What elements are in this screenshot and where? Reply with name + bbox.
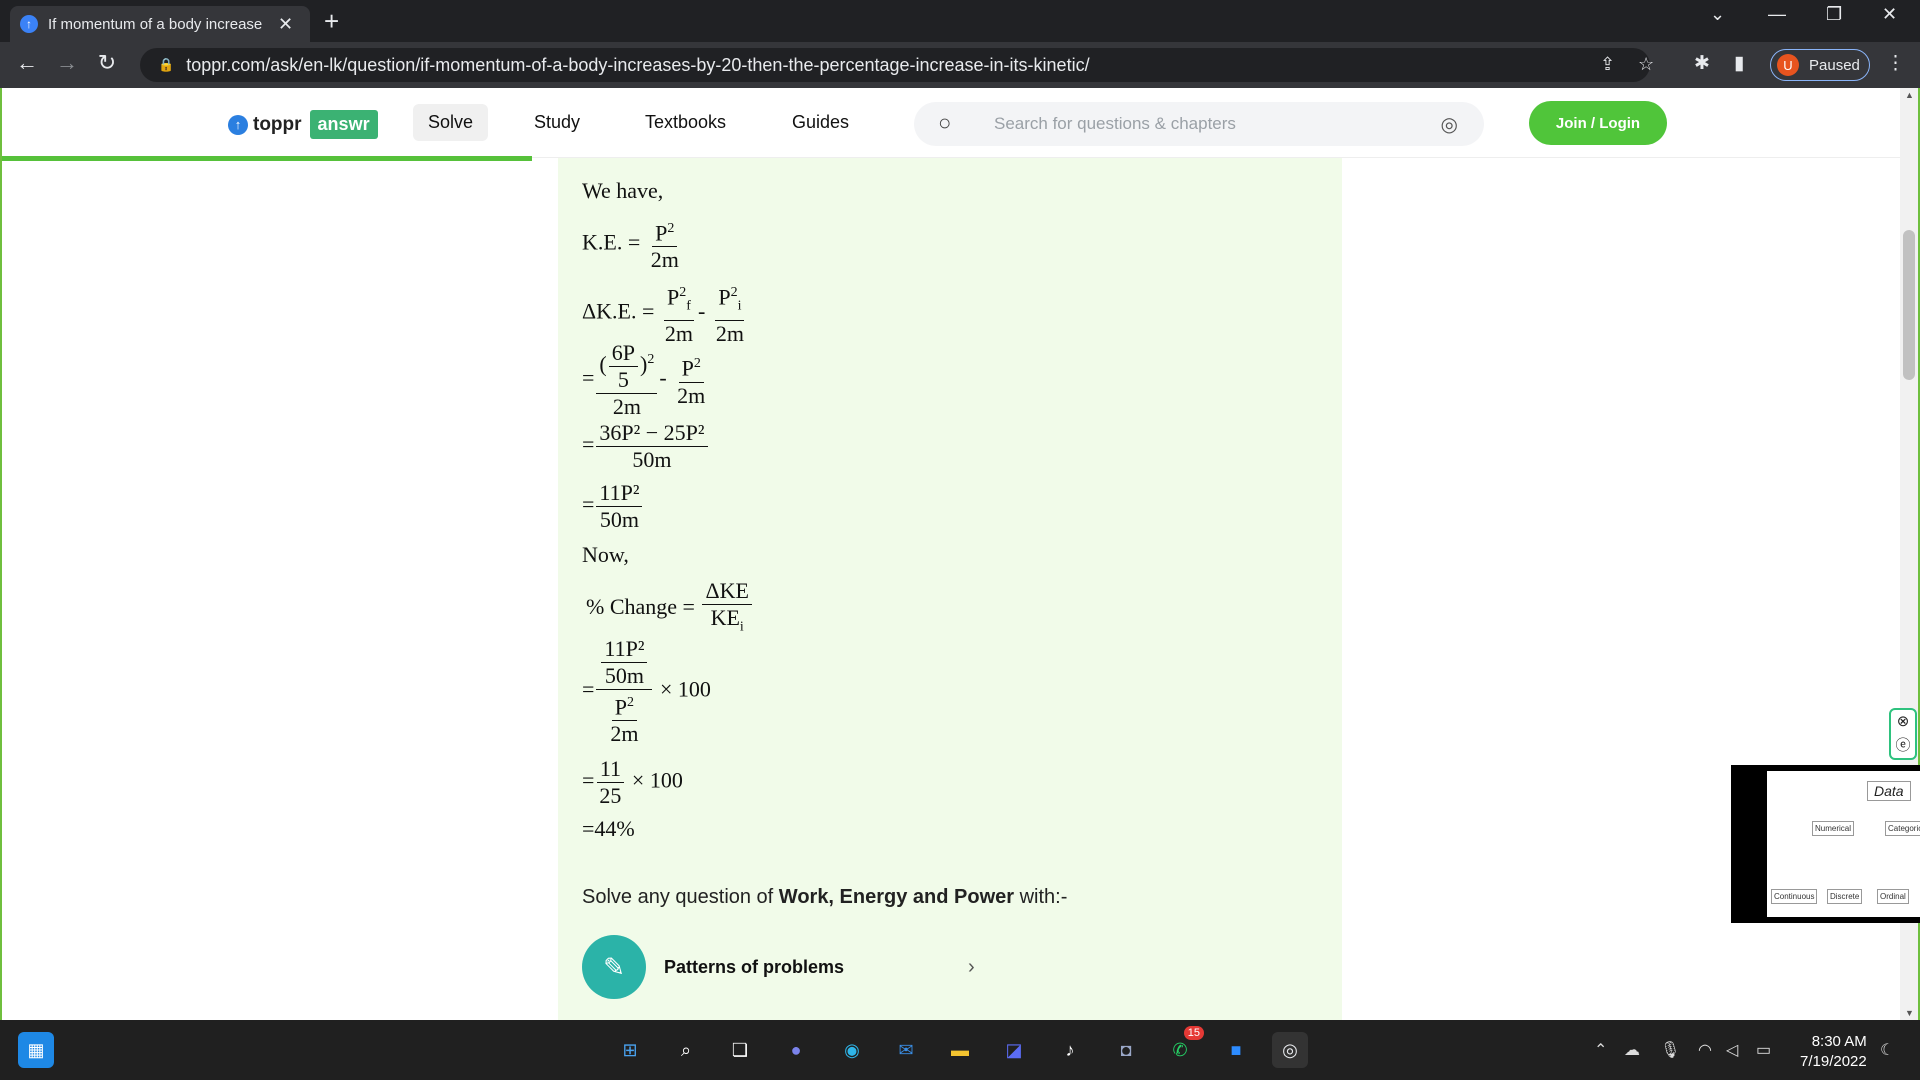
edge-widget-icon[interactable]: ⓔ — [1891, 734, 1915, 758]
video-thumbnail-overlay[interactable]: Data Numerical Categorical Continuous Di… — [1731, 765, 1920, 923]
delta-ke-formula: ΔK.E. = P2f 2m - P2i 2m — [582, 280, 749, 347]
scroll-down-icon[interactable]: ▼ — [1905, 1008, 1914, 1018]
teams-icon[interactable]: ● — [778, 1032, 814, 1068]
share-icon[interactable]: ⇪ — [1600, 54, 1615, 75]
diagram-title: Data — [1867, 781, 1911, 801]
nav-guides[interactable]: Guides — [792, 112, 849, 133]
time: 8:30 AM — [1811, 1033, 1867, 1050]
file-explorer-icon[interactable]: ▬ — [942, 1032, 978, 1068]
solution-content: We have, K.E. = P2 2m ΔK.E. = P2f 2m - P2i 2… — [558, 158, 1342, 1020]
step-substitute: =(6P 5)2 2m - P2 2m — [582, 340, 706, 419]
join-login-button[interactable]: Join / Login — [1529, 101, 1667, 145]
avatar: U — [1777, 54, 1799, 76]
whatsapp-icon[interactable]: ✆ 15 — [1162, 1026, 1204, 1068]
tab-search-chevron-icon[interactable]: ⌄ — [1710, 4, 1725, 25]
new-tab-button[interactable]: + — [324, 6, 339, 36]
floating-widget[interactable]: ⊗ ⓔ — [1889, 708, 1917, 760]
scroll-up-icon[interactable]: ▲ — [1905, 90, 1914, 100]
profile-button[interactable]: U Paused — [1770, 49, 1870, 81]
lock-icon: 🔒 — [158, 57, 175, 72]
now-text: Now, — [582, 542, 629, 567]
topic-link[interactable]: Work, Energy and Power — [779, 886, 1014, 908]
patterns-of-problems-card[interactable]: ✎ Patterns of problems › — [582, 934, 982, 1000]
restore-icon[interactable]: ❐ — [1826, 4, 1842, 25]
battery-icon[interactable]: ▭ — [1756, 1040, 1771, 1060]
menu-kebab-icon[interactable]: ⋮ — [1886, 52, 1905, 75]
close-widget-icon[interactable]: ⊗ — [1891, 710, 1915, 734]
clock[interactable]: 8:30 AM 7/19/2022 — [1800, 1032, 1867, 1072]
tray-chevron-icon[interactable]: ⌃ — [1594, 1040, 1607, 1060]
step-ratio: = 11P² 50m P2 2m × 100 — [582, 636, 711, 747]
microphone-icon[interactable]: 🎙 — [1660, 1040, 1680, 1060]
we-have-text: We have, — [582, 178, 664, 203]
bookmark-star-icon[interactable]: ☆ — [1638, 54, 1654, 75]
camera-icon[interactable]: ◎ — [1441, 112, 1458, 137]
chrome-icon[interactable]: ◎ — [1272, 1032, 1308, 1068]
minimize-icon[interactable]: — — [1768, 4, 1786, 25]
solve-any-question: Solve any question of Work, Energy and P… — [582, 886, 1068, 908]
side-panel-icon[interactable]: ▮ — [1734, 52, 1744, 75]
browser-tab[interactable]: ↑ If momentum of a body increase ✕ — [10, 6, 310, 42]
widgets-icon[interactable]: ▦ — [18, 1032, 54, 1068]
edge-icon[interactable]: ◉ — [834, 1032, 870, 1068]
tiktok-icon[interactable]: ♪ — [1052, 1032, 1088, 1068]
wifi-icon[interactable]: ◠ — [1698, 1040, 1712, 1060]
step-combine: = 36P² − 25P² 50m — [582, 420, 710, 473]
close-tab-icon[interactable]: ✕ — [278, 14, 293, 35]
extensions-icon[interactable]: ✱ — [1694, 52, 1710, 75]
zoom-icon[interactable]: ■ — [1218, 1032, 1254, 1068]
step-simplify: = 11P² 50m — [582, 480, 644, 533]
search-taskbar-icon[interactable]: ⌕ — [668, 1032, 704, 1068]
result-text: =44% — [582, 816, 635, 841]
tab-strip: ↑ If momentum of a body increase ✕ + ⌄ —… — [0, 0, 1920, 42]
logo-badge: answr — [309, 110, 378, 139]
task-view-icon[interactable]: ❏ — [722, 1032, 758, 1068]
profile-status: Paused — [1809, 56, 1860, 74]
tab-title: If momentum of a body increase — [48, 15, 263, 33]
volume-icon[interactable]: ◁ — [1726, 1040, 1738, 1060]
site-logo[interactable]: ↑ toppr answr — [228, 110, 378, 139]
notifications-icon[interactable]: ☾ — [1880, 1040, 1894, 1060]
camera-app-icon[interactable]: ◘ — [1108, 1032, 1144, 1068]
search-box: ○ ◎ — [914, 102, 1484, 146]
step-final-ratio: = 11 25 × 100 — [582, 756, 683, 808]
crayons-icon: ✎ — [582, 935, 646, 999]
nav-study[interactable]: Study — [534, 112, 580, 133]
nav-textbooks[interactable]: Textbooks — [645, 112, 726, 133]
app-icon[interactable]: ◪ — [996, 1032, 1032, 1068]
start-icon[interactable]: ⊞ — [612, 1032, 648, 1068]
forward-icon[interactable]: → — [52, 50, 82, 76]
ke-formula: K.E. = P2 2m — [582, 216, 684, 273]
site-header: ↑ toppr answr Solve Study Textbooks Guid… — [2, 88, 1900, 158]
url-text[interactable]: toppr.com/ask/en-lk/question/if-momentum… — [186, 55, 1089, 76]
scroll-thumb[interactable] — [1903, 230, 1915, 380]
onedrive-icon[interactable]: ☁ — [1624, 1040, 1640, 1060]
reading-progress-bar — [2, 156, 532, 161]
reload-icon[interactable]: ↻ — [92, 50, 122, 76]
address-bar[interactable]: 🔒 toppr.com/ask/en-lk/question/if-moment… — [140, 48, 1654, 82]
nav-solve[interactable]: Solve — [413, 104, 489, 141]
back-icon[interactable]: ← — [12, 50, 42, 76]
date: 7/19/2022 — [1800, 1053, 1867, 1070]
logo-text: toppr — [253, 113, 302, 135]
close-window-icon[interactable]: ✕ — [1882, 4, 1897, 25]
mail-icon[interactable]: ✉ — [888, 1032, 924, 1068]
toppr-favicon-icon: ↑ — [20, 15, 38, 33]
toppr-logo-icon: ↑ — [228, 114, 248, 135]
percent-change-formula: % Change = ΔKE KEi — [586, 578, 754, 640]
windows-taskbar: ▦ ⊞ ⌕ ❏ ● ◉ ✉ ▬ ◪ ♪ ◘ ✆ 15 ■ ◎ ⌃ ☁ 🎙 ◠ ◁ … — [0, 1020, 1920, 1080]
patterns-label: Patterns of problems — [664, 956, 845, 977]
whatsapp-badge: 15 — [1183, 1026, 1204, 1040]
search-icon: ○ — [938, 110, 952, 135]
search-input[interactable] — [994, 102, 1394, 146]
data-diagram-image: Data Numerical Categorical Continuous Di… — [1767, 771, 1920, 917]
browser-toolbar: ← → ↻ 🔒 toppr.com/ask/en-lk/question/if-… — [0, 42, 1920, 88]
chevron-right-icon: › — [968, 955, 975, 978]
